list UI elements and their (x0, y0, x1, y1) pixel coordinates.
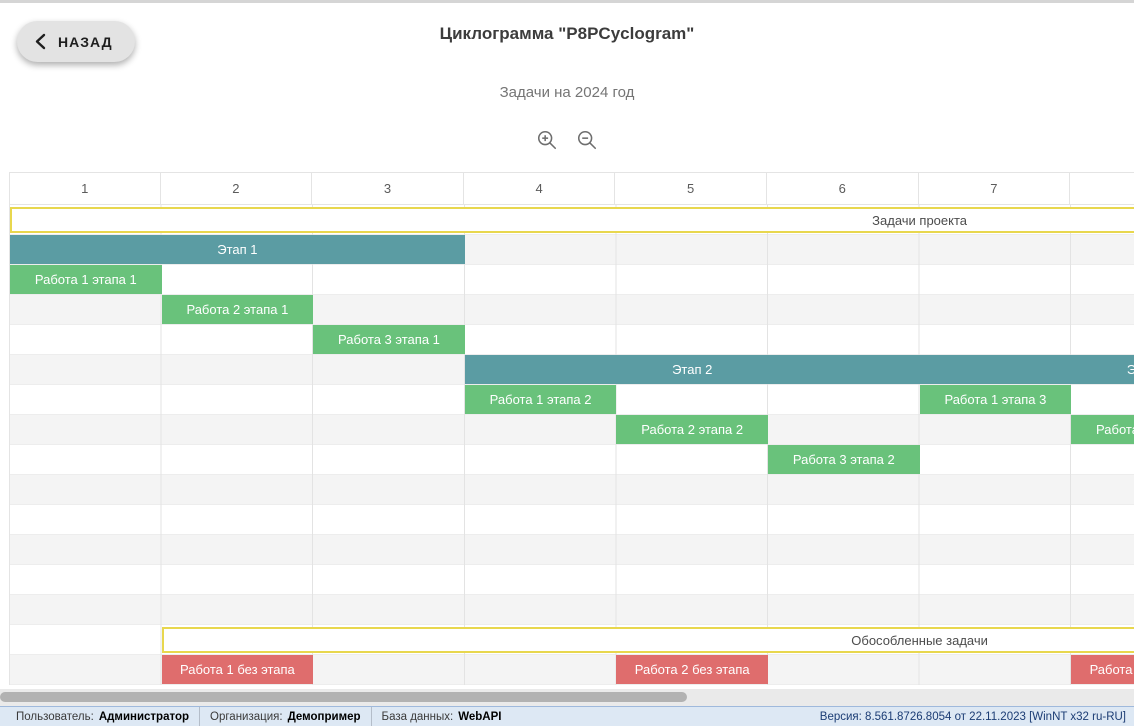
month-header-7: 7 (919, 173, 1071, 204)
status-database-value: WebAPI (458, 711, 501, 723)
gantt-bar-project[interactable]: Обособленные задачи (162, 627, 1134, 653)
month-header-5: 5 (615, 173, 767, 204)
zoom-out-icon (576, 139, 598, 154)
scrollbar-thumb[interactable] (0, 692, 687, 702)
gantt-bar-work[interactable]: Работа 3 этапа 2 (768, 445, 920, 474)
gantt-bar-work[interactable]: Работа 1 этапа 3 (920, 385, 1072, 414)
gantt-content: 1234567 Задачи проектаЭтап 1Работа 1 эта… (0, 172, 1134, 685)
month-header-8 (1070, 173, 1134, 204)
status-organization: Организация: Демопример (199, 707, 371, 726)
gantt-bar-work[interactable]: Работа 1 этапа 2 (465, 385, 617, 414)
status-database-label: База данных: (382, 711, 454, 723)
gantt-bar-free[interactable]: Работа 2 без этапа (616, 655, 768, 684)
gantt-bar-work[interactable]: Работа 1 этапа 1 (10, 265, 162, 294)
gantt-header-row: 1234567 (9, 172, 1134, 205)
top-strip (0, 0, 1134, 3)
gantt-bar-stage[interactable]: Этап 3 (920, 355, 1134, 384)
status-database: База данных: WebAPI (371, 707, 512, 726)
status-bar: Пользователь: Администратор Организация:… (0, 706, 1134, 726)
page-title: Циклограмма "P8PCyclogram" (0, 24, 1134, 44)
gantt-bar-work[interactable]: Работа 3 этапа 1 (313, 325, 465, 354)
gantt-grid: Задачи проектаЭтап 1Работа 1 этапа 1Рабо… (9, 205, 1134, 685)
gantt-bar-stage[interactable]: Этап 2 (465, 355, 920, 384)
status-user-label: Пользователь: (16, 711, 94, 723)
gantt-bar-free[interactable]: Работа 1 без этапа (162, 655, 314, 684)
horizontal-scrollbar[interactable] (0, 689, 1134, 706)
gantt-bar-stage[interactable]: Этап 1 (10, 235, 465, 264)
chart-subtitle: Задачи на 2024 год (0, 84, 1134, 101)
status-user-value: Администратор (99, 711, 189, 723)
zoom-in-icon (536, 139, 558, 154)
zoom-in-button[interactable] (536, 129, 558, 151)
month-header-2: 2 (161, 173, 313, 204)
gantt-bar-work[interactable]: Работа 2 этапа 1 (162, 295, 314, 324)
status-organization-value: Демопример (288, 711, 361, 723)
gantt-bar-work[interactable]: Работа 2 этапа 2 (616, 415, 768, 444)
month-header-4: 4 (464, 173, 616, 204)
gantt-bar-work[interactable]: Работа 2 этапа 3 (1071, 415, 1134, 444)
status-left: Пользователь: Администратор Организация:… (6, 707, 511, 726)
status-organization-label: Организация: (210, 711, 283, 723)
zoom-controls (0, 129, 1134, 151)
zoom-out-button[interactable] (576, 129, 598, 151)
gantt-viewport[interactable]: 1234567 Задачи проектаЭтап 1Работа 1 эта… (0, 172, 1134, 685)
month-header-3: 3 (312, 173, 464, 204)
status-user: Пользователь: Администратор (6, 707, 199, 726)
gantt-bar-free[interactable]: Работа 3 без этапа (1071, 655, 1134, 684)
version-info: Версия: 8.561.8726.8054 от 22.11.2023 [W… (820, 711, 1126, 723)
gantt-bar-project[interactable]: Задачи проекта (10, 207, 1134, 233)
month-header-1: 1 (9, 173, 161, 204)
month-header-6: 6 (767, 173, 919, 204)
